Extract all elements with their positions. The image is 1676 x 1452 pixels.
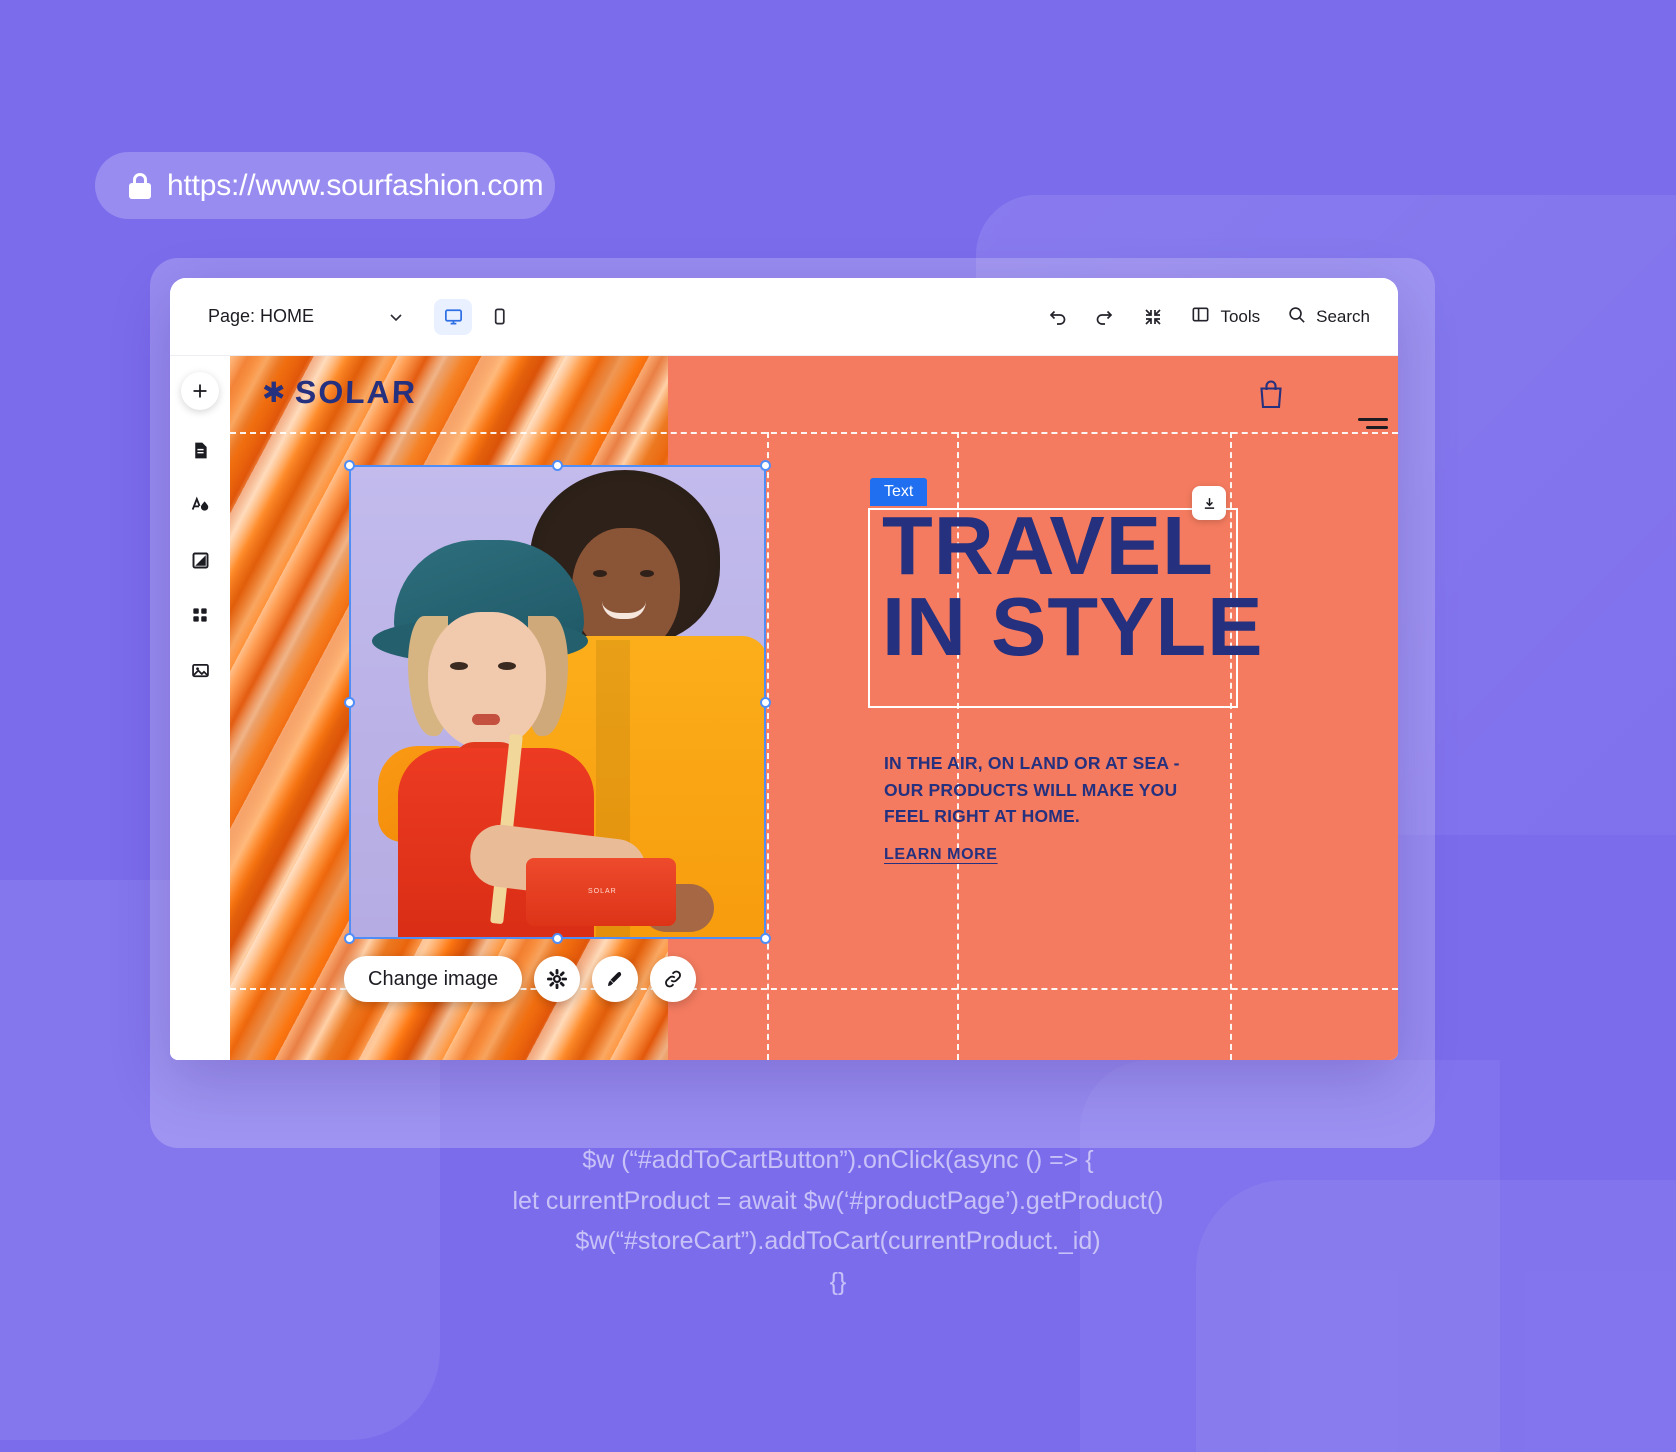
bodycopy-line-3: FEEL RIGHT AT HOME. (884, 806, 1080, 827)
link-icon[interactable] (650, 956, 697, 1002)
selected-image-element[interactable]: SOLAR (344, 460, 771, 944)
background-contrast-icon[interactable] (182, 542, 218, 578)
collapse-arrows-icon[interactable] (1142, 306, 1164, 328)
undo-arrow-icon[interactable] (1046, 306, 1068, 328)
download-icon[interactable] (1192, 486, 1226, 520)
apps-grid-icon[interactable] (182, 597, 218, 633)
theme-droplet-icon[interactable] (182, 487, 218, 523)
code-line-2: let currentProduct = await $w(‘#productP… (512, 1186, 1164, 1215)
shopping-bag-icon[interactable] (1256, 378, 1286, 415)
site-editor-window: Page: HOME Tools Search ✱ SOLAR SOLAR Ch… (170, 278, 1398, 1060)
panel-layout-icon (1190, 304, 1211, 330)
add-element-button[interactable] (181, 372, 219, 410)
learn-more-link[interactable]: LEARN MORE (884, 846, 998, 864)
hero-headline: TRAVEL IN STYLE (882, 504, 1264, 673)
site-logo-text: SOLAR (294, 374, 419, 410)
resize-handle-bottom-center[interactable] (552, 933, 563, 944)
resize-handle-top-right[interactable] (760, 460, 771, 471)
mobile-phone-icon[interactable] (480, 299, 518, 335)
bodycopy-line-1: IN THE AIR, ON LAND OR AT SEA - (884, 753, 1180, 773)
search-button[interactable]: Search (1286, 304, 1370, 330)
image-context-toolbar: Change image (344, 956, 697, 1002)
resize-handle-bottom-left[interactable] (344, 933, 355, 944)
tools-label: Tools (1220, 306, 1261, 326)
editor-body: ✱ SOLAR SOLAR Change image Text TRAVEL I… (170, 356, 1398, 1060)
canvas-color-panel (668, 356, 1398, 1060)
editor-canvas: ✱ SOLAR SOLAR Change image Text TRAVEL I… (230, 356, 1398, 1060)
search-label: Search (1316, 306, 1370, 326)
search-icon (1286, 304, 1307, 330)
image-icon[interactable] (182, 652, 218, 688)
gear-icon[interactable] (534, 956, 581, 1002)
resize-handle-bottom-right[interactable] (760, 933, 771, 944)
headline-line-1: TRAVEL (882, 499, 1214, 592)
page-selector-label[interactable]: Page: HOME (208, 306, 314, 327)
change-image-button[interactable]: Change image (344, 956, 523, 1002)
code-line-1: $w (“#addToCartButton”).onClick(async ()… (582, 1146, 1094, 1174)
pages-icon[interactable] (182, 432, 218, 468)
asterisk-star-icon: ✱ (262, 376, 286, 408)
chevron-down-icon[interactable] (388, 309, 404, 325)
code-snippet: $w (“#addToCartButton”).onClick(async ()… (0, 1140, 1676, 1302)
resize-handle-top-left[interactable] (344, 460, 355, 471)
lock-icon (129, 172, 151, 199)
redo-arrow-icon[interactable] (1094, 306, 1116, 328)
site-logo[interactable]: ✱ SOLAR (262, 374, 419, 411)
code-line-3: $w(“#storeCart”).addToCart(currentProduc… (575, 1227, 1101, 1255)
resize-handle-middle-left[interactable] (344, 697, 355, 708)
headline-line-2: IN STYLE (882, 579, 1264, 673)
resize-handle-top-center[interactable] (552, 460, 563, 471)
hero-bodycopy: IN THE AIR, ON LAND OR AT SEA - OUR PROD… (884, 750, 1180, 830)
hamburger-menu-icon[interactable] (1358, 418, 1388, 429)
resize-handle-middle-right[interactable] (760, 697, 771, 708)
code-line-4: {} (829, 1267, 847, 1296)
paintbrush-icon[interactable] (592, 956, 639, 1002)
tools-button[interactable]: Tools (1190, 304, 1260, 330)
editor-left-rail (170, 356, 230, 1060)
selection-frame (349, 465, 766, 939)
editor-toolbar: Page: HOME Tools Search (170, 278, 1398, 356)
bodycopy-line-2: OUR PRODUCTS WILL MAKE YOU (884, 779, 1178, 800)
toolbar-right-group: Tools Search (1046, 304, 1370, 330)
browser-address-bar[interactable]: https://www.sourfashion.com (95, 152, 555, 219)
device-switcher (434, 298, 518, 335)
address-bar-url: https://www.sourfashion.com (167, 168, 544, 202)
desktop-monitor-icon[interactable] (434, 298, 473, 335)
